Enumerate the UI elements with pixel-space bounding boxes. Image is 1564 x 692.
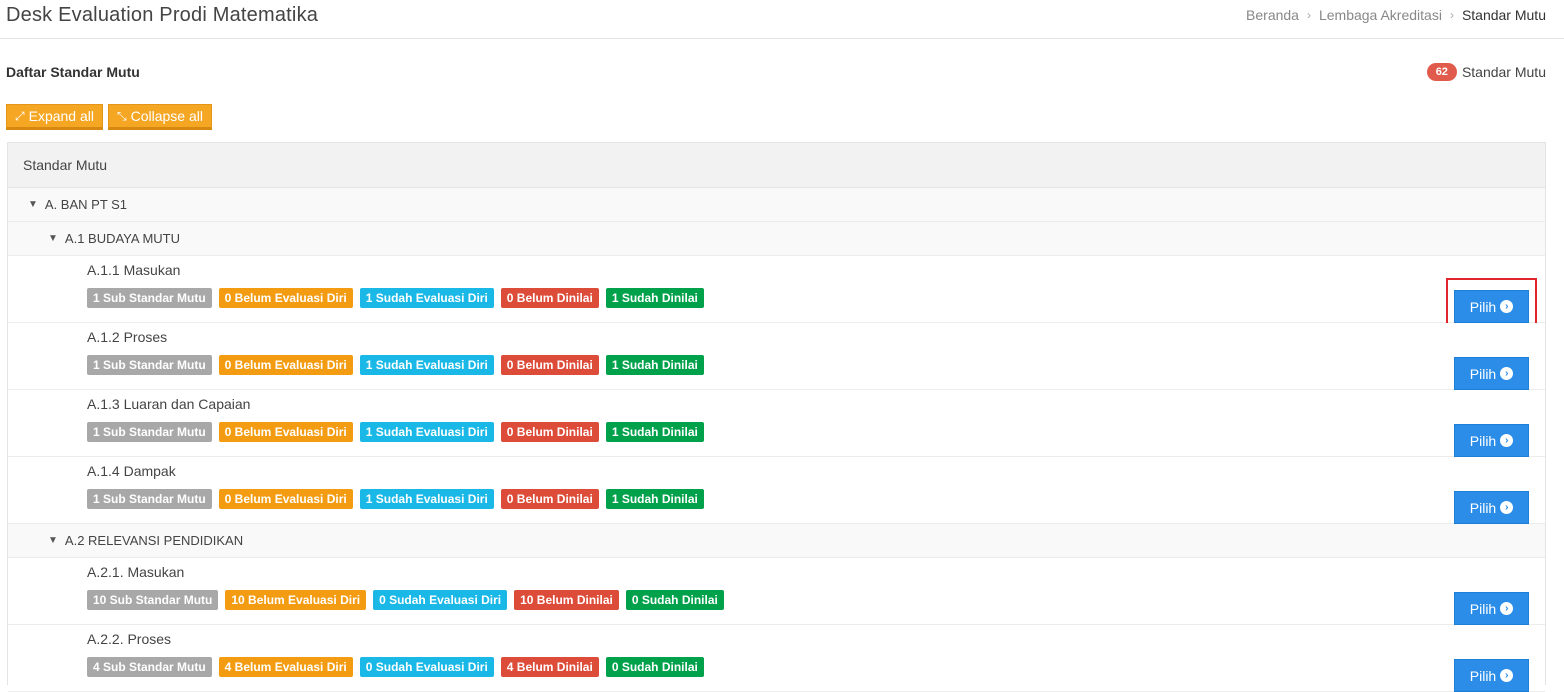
- list-item: A.1.2 Proses 1 Sub Standar Mutu 0 Belum …: [8, 323, 1545, 390]
- list-item: A.1.3 Luaran dan Capaian 1 Sub Standar M…: [8, 390, 1545, 457]
- sudah-evaluasi-badge: 0 Sudah Evaluasi Diri: [360, 657, 494, 677]
- item-title: A.1.2 Proses: [87, 329, 167, 345]
- status-labels: 1 Sub Standar Mutu 0 Belum Evaluasi Diri…: [87, 355, 704, 375]
- pilih-label: Pilih: [1470, 433, 1496, 449]
- pilih-button[interactable]: Pilih ›: [1454, 659, 1529, 692]
- sudah-dinilai-badge: 1 Sudah Dinilai: [606, 288, 704, 308]
- breadcrumb-current: Standar Mutu: [1462, 7, 1546, 23]
- collapse-icon: ⤡: [117, 109, 127, 124]
- belum-dinilai-badge: 10 Belum Dinilai: [514, 590, 619, 610]
- count-label: Standar Mutu: [1462, 64, 1546, 80]
- sudah-dinilai-badge: 1 Sudah Dinilai: [606, 355, 704, 375]
- top-bar: Desk Evaluation Prodi Matematika Beranda…: [0, 0, 1564, 39]
- belum-dinilai-badge: 0 Belum Dinilai: [501, 355, 599, 375]
- status-labels: 1 Sub Standar Mutu 0 Belum Evaluasi Diri…: [87, 422, 704, 442]
- belum-evaluasi-badge: 0 Belum Evaluasi Diri: [219, 422, 353, 442]
- sudah-evaluasi-badge: 1 Sudah Evaluasi Diri: [360, 422, 494, 442]
- chevron-right-icon: ›: [1450, 8, 1454, 22]
- breadcrumb-lembaga[interactable]: Lembaga Akreditasi: [1319, 7, 1442, 23]
- sudah-dinilai-badge: 1 Sudah Dinilai: [606, 489, 704, 509]
- belum-evaluasi-badge: 4 Belum Evaluasi Diri: [219, 657, 353, 677]
- sudah-dinilai-badge: 1 Sudah Dinilai: [606, 422, 704, 442]
- pilih-button[interactable]: Pilih ›: [1454, 424, 1529, 457]
- tree-node-label: A. BAN PT S1: [45, 197, 127, 212]
- pilih-label: Pilih: [1470, 601, 1496, 617]
- status-labels: 4 Sub Standar Mutu 4 Belum Evaluasi Diri…: [87, 657, 704, 677]
- sudah-dinilai-badge: 0 Sudah Dinilai: [606, 657, 704, 677]
- status-labels: 10 Sub Standar Mutu 10 Belum Evaluasi Di…: [87, 590, 724, 610]
- chevron-right-icon: ›: [1307, 8, 1311, 22]
- chevron-circle-right-icon: ›: [1500, 300, 1513, 313]
- standar-tree: Standar Mutu ▼ A. BAN PT S1 ▼ A.1 BUDAYA…: [7, 142, 1546, 685]
- collapse-all-label: Collapse all: [131, 108, 203, 124]
- belum-dinilai-badge: 0 Belum Dinilai: [501, 288, 599, 308]
- pilih-button[interactable]: Pilih ›: [1454, 290, 1529, 323]
- tree-header: Standar Mutu: [8, 143, 1545, 188]
- item-title: A.2.2. Proses: [87, 631, 171, 647]
- pilih-label: Pilih: [1470, 500, 1496, 516]
- breadcrumb-home[interactable]: Beranda: [1246, 7, 1299, 23]
- chevron-circle-right-icon: ›: [1500, 669, 1513, 682]
- caret-down-icon[interactable]: ▼: [28, 199, 38, 210]
- list-title: Daftar Standar Mutu: [6, 64, 140, 80]
- pilih-button[interactable]: Pilih ›: [1454, 592, 1529, 625]
- expand-all-label: Expand all: [29, 108, 94, 124]
- status-labels: 1 Sub Standar Mutu 0 Belum Evaluasi Diri…: [87, 288, 704, 308]
- sub-standar-badge: 4 Sub Standar Mutu: [87, 657, 212, 677]
- pilih-label: Pilih: [1470, 366, 1496, 382]
- pilih-button[interactable]: Pilih ›: [1454, 357, 1529, 390]
- standar-count: 62 Standar Mutu: [1427, 63, 1546, 81]
- belum-dinilai-badge: 0 Belum Dinilai: [501, 489, 599, 509]
- collapse-all-button[interactable]: ⤡ Collapse all: [108, 104, 212, 130]
- tree-node-label: A.1 BUDAYA MUTU: [65, 231, 180, 246]
- breadcrumb: Beranda › Lembaga Akreditasi › Standar M…: [1246, 7, 1546, 23]
- caret-down-icon[interactable]: ▼: [48, 535, 58, 546]
- list-item: A.2.1. Masukan 10 Sub Standar Mutu 10 Be…: [8, 558, 1545, 625]
- belum-dinilai-badge: 0 Belum Dinilai: [501, 422, 599, 442]
- expand-all-button[interactable]: ⤢ Expand all: [6, 104, 103, 130]
- sudah-evaluasi-badge: 0 Sudah Evaluasi Diri: [373, 590, 507, 610]
- tree-node-group-a1[interactable]: ▼ A.1 BUDAYA MUTU: [8, 222, 1545, 256]
- belum-dinilai-badge: 4 Belum Dinilai: [501, 657, 599, 677]
- sub-standar-badge: 1 Sub Standar Mutu: [87, 489, 212, 509]
- sudah-evaluasi-badge: 1 Sudah Evaluasi Diri: [360, 489, 494, 509]
- list-item: A.1.1 Masukan 1 Sub Standar Mutu 0 Belum…: [8, 256, 1545, 323]
- tree-node-label: A.2 RELEVANSI PENDIDIKAN: [65, 533, 243, 548]
- belum-evaluasi-badge: 0 Belum Evaluasi Diri: [219, 288, 353, 308]
- item-title: A.2.1. Masukan: [87, 564, 184, 580]
- sudah-evaluasi-badge: 1 Sudah Evaluasi Diri: [360, 288, 494, 308]
- chevron-circle-right-icon: ›: [1500, 602, 1513, 615]
- chevron-circle-right-icon: ›: [1500, 501, 1513, 514]
- sub-standar-badge: 10 Sub Standar Mutu: [87, 590, 218, 610]
- list-item: A.2.2. Proses 4 Sub Standar Mutu 4 Belum…: [8, 625, 1545, 692]
- sub-standar-badge: 1 Sub Standar Mutu: [87, 288, 212, 308]
- status-labels: 1 Sub Standar Mutu 0 Belum Evaluasi Diri…: [87, 489, 704, 509]
- item-title: A.1.3 Luaran dan Capaian: [87, 396, 250, 412]
- expand-icon: ⤢: [15, 109, 25, 124]
- sub-standar-badge: 1 Sub Standar Mutu: [87, 422, 212, 442]
- item-title: A.1.4 Dampak: [87, 463, 176, 479]
- page-title: Desk Evaluation Prodi Matematika: [6, 4, 318, 27]
- belum-evaluasi-badge: 10 Belum Evaluasi Diri: [225, 590, 366, 610]
- tree-node-root[interactable]: ▼ A. BAN PT S1: [8, 188, 1545, 222]
- chevron-circle-right-icon: ›: [1500, 434, 1513, 447]
- belum-evaluasi-badge: 0 Belum Evaluasi Diri: [219, 355, 353, 375]
- toolbar: ⤢ Expand all ⤡ Collapse all: [6, 104, 212, 130]
- caret-down-icon[interactable]: ▼: [48, 233, 58, 244]
- pilih-label: Pilih: [1470, 299, 1496, 315]
- belum-evaluasi-badge: 0 Belum Evaluasi Diri: [219, 489, 353, 509]
- chevron-circle-right-icon: ›: [1500, 367, 1513, 380]
- pilih-label: Pilih: [1470, 668, 1496, 684]
- pilih-button[interactable]: Pilih ›: [1454, 491, 1529, 524]
- item-title: A.1.1 Masukan: [87, 262, 180, 278]
- count-badge: 62: [1427, 63, 1457, 81]
- sudah-evaluasi-badge: 1 Sudah Evaluasi Diri: [360, 355, 494, 375]
- sudah-dinilai-badge: 0 Sudah Dinilai: [626, 590, 724, 610]
- tree-node-group-a2[interactable]: ▼ A.2 RELEVANSI PENDIDIKAN: [8, 524, 1545, 558]
- sub-standar-badge: 1 Sub Standar Mutu: [87, 355, 212, 375]
- list-item: A.1.4 Dampak 1 Sub Standar Mutu 0 Belum …: [8, 457, 1545, 524]
